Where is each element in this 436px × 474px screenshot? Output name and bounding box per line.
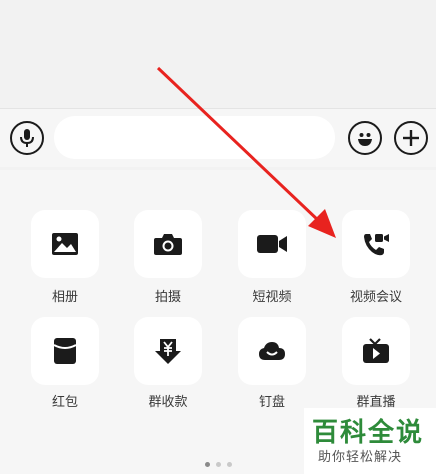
cloud-drive-icon [259,342,285,360]
tile-short-video-label: 短视频 [252,290,292,305]
tile-camera[interactable] [134,210,202,278]
camera-icon [154,234,182,255]
live-tv-icon [363,338,389,363]
page-indicator [205,462,232,467]
chat-message-area [0,0,436,108]
tile-red-packet[interactable] [31,317,99,385]
tile-camera-label: 拍摄 [154,290,181,305]
red-packet-icon [53,338,77,364]
tile-album-label: 相册 [51,290,78,305]
tile-album[interactable] [31,210,99,278]
more-button[interactable] [394,121,428,155]
plus-circle-icon [403,130,419,146]
page-dot-3[interactable] [227,462,232,467]
tile-group-collect-label: 群收款 [148,395,188,410]
message-input[interactable] [54,116,335,159]
tile-group-collect[interactable] [134,317,202,385]
group-collect-icon [155,339,181,364]
watermark: 百科全说 助你轻松解决 [304,408,436,474]
tile-red-packet-label: 红包 [51,395,78,410]
emoji-button[interactable] [348,121,382,155]
tile-video-meeting[interactable] [342,210,410,278]
voice-button[interactable] [10,121,44,155]
tile-video-meeting-label: 视频会议 [349,290,402,305]
video-call-icon [364,234,389,256]
watermark-main-text: 百科全说 [312,418,425,448]
microphone-icon [20,129,34,147]
page-dot-2[interactable] [216,462,221,467]
photo-album-icon [52,233,78,255]
watermark-sub-text: 助你轻松解决 [318,450,403,465]
tile-short-video[interactable] [238,210,306,278]
tile-group-live[interactable] [342,317,410,385]
smile-face-icon [358,133,372,146]
tile-cloud-drive[interactable] [238,317,306,385]
video-camera-icon [257,235,287,253]
page-dot-1[interactable] [205,462,210,467]
